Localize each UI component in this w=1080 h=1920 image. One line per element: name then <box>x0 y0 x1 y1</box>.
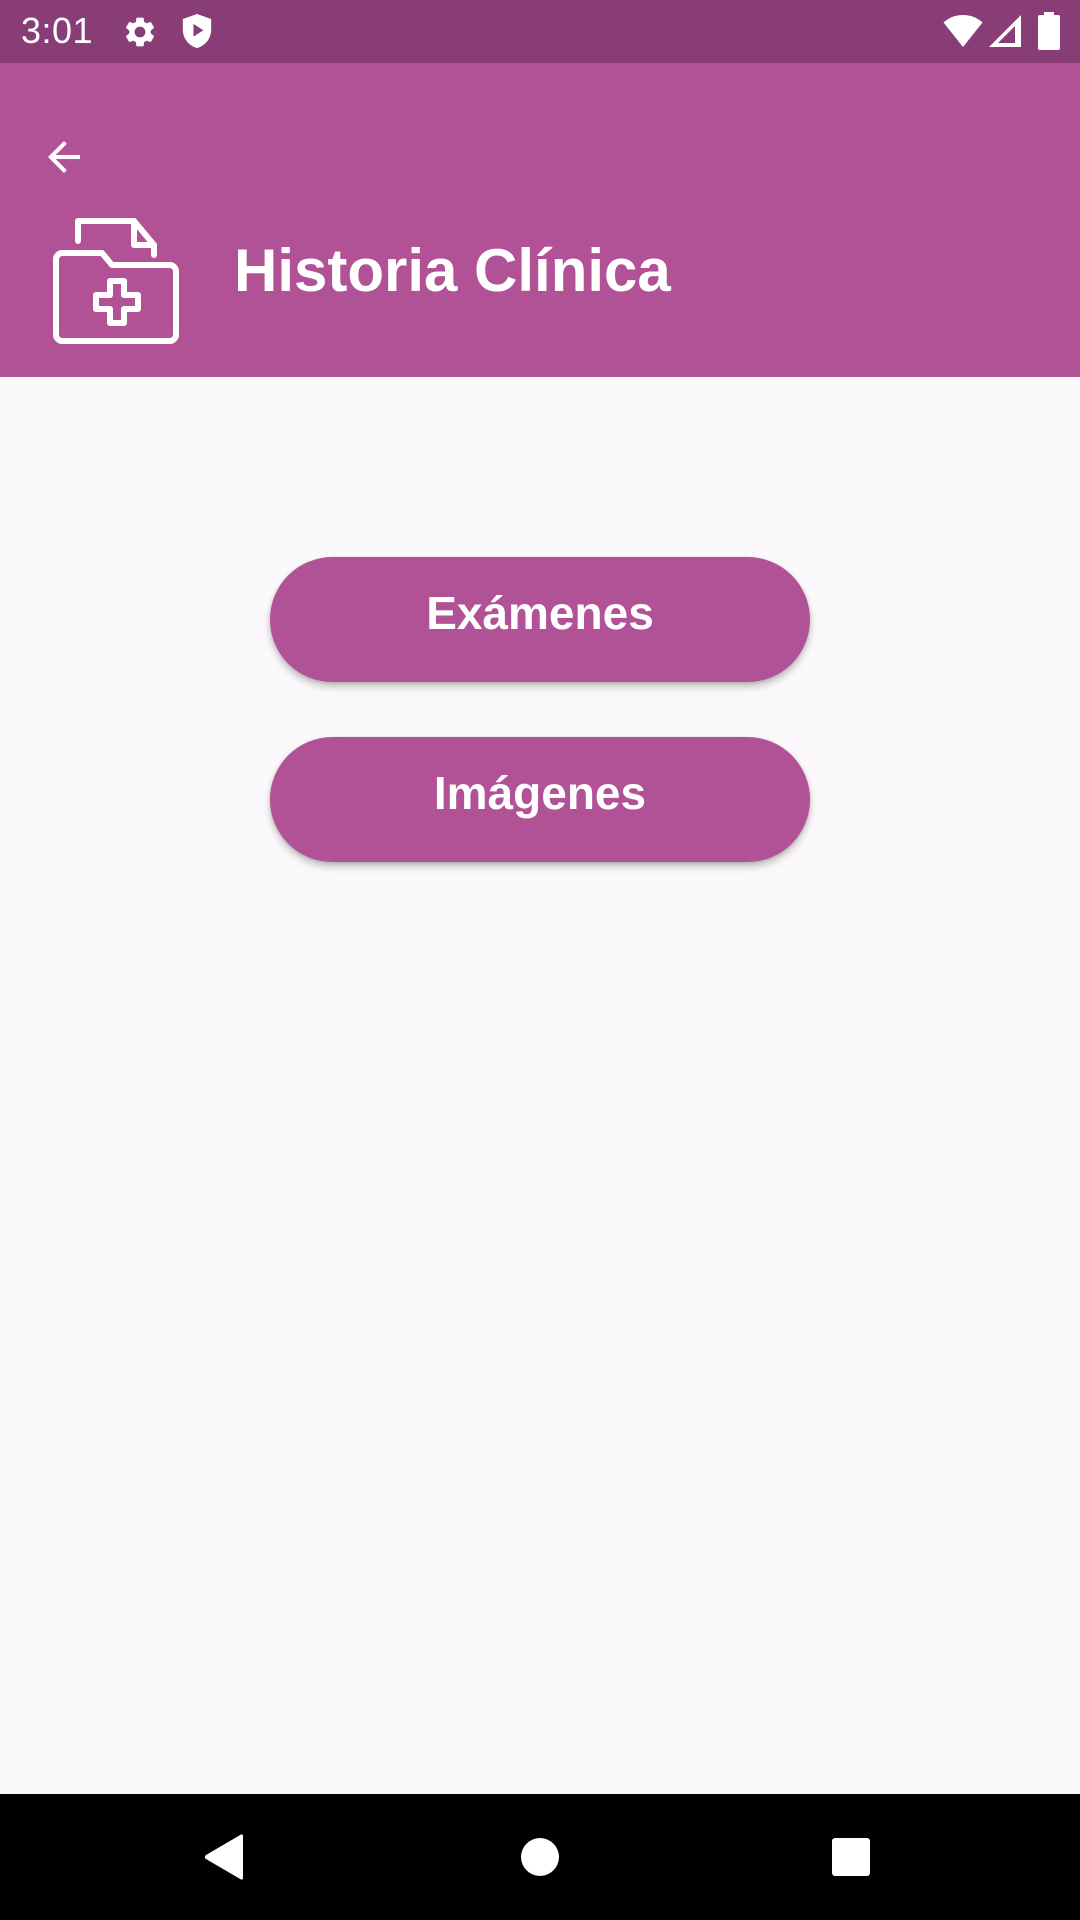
back-button[interactable] <box>28 121 100 193</box>
status-time: 3:01 <box>21 10 94 51</box>
back-triangle-icon <box>204 1834 243 1880</box>
cell-signal-icon <box>989 15 1021 47</box>
nav-home-button[interactable] <box>500 1817 580 1897</box>
screen: 3:01 Historia Clínica Exámenes Imágenes <box>0 0 1080 1920</box>
nav-recents-button[interactable] <box>811 1817 891 1897</box>
home-circle-icon <box>521 1838 559 1876</box>
arrow-left-icon <box>48 141 80 173</box>
imagenes-button-label: Imágenes <box>433 767 647 819</box>
recents-square-icon <box>832 1838 870 1876</box>
shield-play-icon <box>182 14 212 48</box>
medical-folder-icon <box>53 218 179 344</box>
settings-gear-icon <box>125 17 155 47</box>
status-bar: 3:01 <box>0 0 1080 63</box>
page-title: Historia Clínica <box>234 237 671 304</box>
nav-bar <box>0 1794 1080 1920</box>
examenes-button[interactable]: Exámenes <box>270 557 810 682</box>
wifi-icon <box>943 15 983 47</box>
app-bar: Historia Clínica <box>0 63 1080 377</box>
battery-icon <box>1038 12 1060 50</box>
examenes-button-label: Exámenes <box>426 587 654 639</box>
imagenes-button[interactable]: Imágenes <box>270 737 810 862</box>
nav-back-button[interactable] <box>185 1817 265 1897</box>
